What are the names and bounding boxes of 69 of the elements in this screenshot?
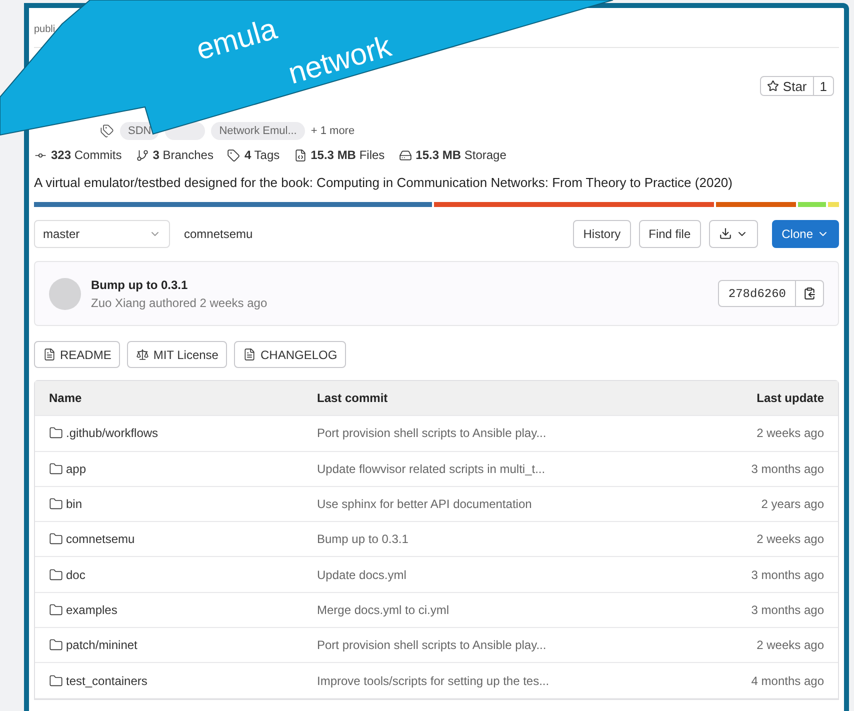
column-header: Last commit [317, 391, 389, 406]
folder-link[interactable]: patch/mininet [66, 638, 138, 652]
tag-icon [227, 148, 240, 162]
star-icon [766, 80, 779, 92]
branch-icon [136, 148, 149, 162]
avatar [49, 278, 81, 310]
update-time: 2 weeks ago [756, 638, 824, 652]
folder-icon [49, 532, 63, 546]
topics-icon [100, 124, 114, 138]
commit-link[interactable]: Port provision shell scripts to Ansible play... [317, 426, 684, 440]
toolbar-button[interactable]: Find file [638, 220, 701, 248]
document-icon [243, 348, 256, 361]
repository-path: comnetsemu [184, 226, 254, 240]
stat-link[interactable]: 3 Branches [152, 148, 214, 162]
commit-link[interactable]: Merge docs.yml to ci.yml [317, 602, 684, 617]
stat-link[interactable]: 323 Commits [51, 148, 122, 162]
stat-link[interactable]: 15.3 MB Storage [416, 148, 506, 162]
document-button[interactable]: CHANGELOG [234, 341, 346, 368]
star-count: 1 [818, 78, 828, 94]
topic-chip[interactable]: Network Emul... [211, 122, 305, 140]
folder-link[interactable]: comnetsemu [66, 532, 135, 546]
branch-select[interactable]: master [34, 220, 170, 248]
update-time: 3 months ago [750, 602, 824, 617]
folder-icon [49, 602, 63, 617]
document-icon [43, 348, 56, 361]
folder-icon [49, 462, 63, 476]
scale-icon [136, 348, 150, 361]
stat-link[interactable]: 15.3 MB Files [310, 148, 385, 162]
folder-link[interactable]: app [66, 462, 86, 476]
folder-link[interactable]: test_containers [66, 674, 148, 688]
document-button[interactable]: README [34, 341, 120, 368]
toolbar-button[interactable]: History [573, 220, 631, 248]
folder-link[interactable]: .github/workflows [66, 426, 158, 440]
folder-link[interactable]: examples [66, 602, 118, 617]
commit-link[interactable]: Update docs.yml [317, 568, 684, 582]
folder-icon [49, 568, 63, 582]
update-time: 3 months ago [750, 462, 824, 476]
copy-icon [803, 287, 816, 300]
update-time: 2 years ago [760, 497, 824, 512]
stat-link[interactable]: 4 Tags [244, 148, 280, 162]
folder-icon [49, 497, 63, 512]
project-description: A virtual emulator/testbed designed for the book: Computing in Communication Networks: From Theory to Practice (2020) [34, 174, 734, 192]
drive-icon [398, 148, 412, 162]
update-time: 2 weeks ago [756, 426, 824, 440]
folder-icon [49, 674, 63, 688]
document-button[interactable]: MIT License [127, 341, 228, 368]
folder-icon [49, 638, 63, 652]
commit-link[interactable]: Port provision shell scripts to Ansible play... [317, 638, 684, 652]
commit-meta: Zuo Xiang authored 2 weeks ago [91, 296, 268, 310]
clone-button[interactable]: Clone [772, 220, 839, 248]
folder-link[interactable]: bin [66, 497, 82, 512]
commit-link[interactable]: Improve tools/scripts for setting up the tes... [317, 674, 684, 688]
commit-sha-button[interactable]: 278d6260 [718, 280, 824, 307]
folder-icon [49, 426, 63, 440]
download-button[interactable] [708, 220, 758, 248]
update-time: 4 months ago [750, 674, 824, 688]
file-icon [294, 148, 307, 162]
commit-title[interactable]: Bump up to 0.3.1 [91, 278, 708, 292]
update-time: 2 weeks ago [756, 532, 824, 546]
folder-link[interactable]: doc [66, 568, 86, 582]
star-button[interactable]: Star 1 [760, 76, 834, 96]
download-icon [718, 227, 732, 240]
commit-link[interactable]: Update flowvisor related scripts in multi_t... [317, 462, 684, 476]
commit-link[interactable]: Bump up to 0.3.1 [317, 532, 684, 546]
column-header: Last update [756, 391, 824, 406]
commit-link[interactable]: Use sphinx for better API documentation [317, 497, 684, 512]
more-topics-link[interactable]: + 1 more [310, 125, 355, 137]
column-header: Name [49, 391, 83, 406]
update-time: 3 months ago [750, 568, 824, 582]
